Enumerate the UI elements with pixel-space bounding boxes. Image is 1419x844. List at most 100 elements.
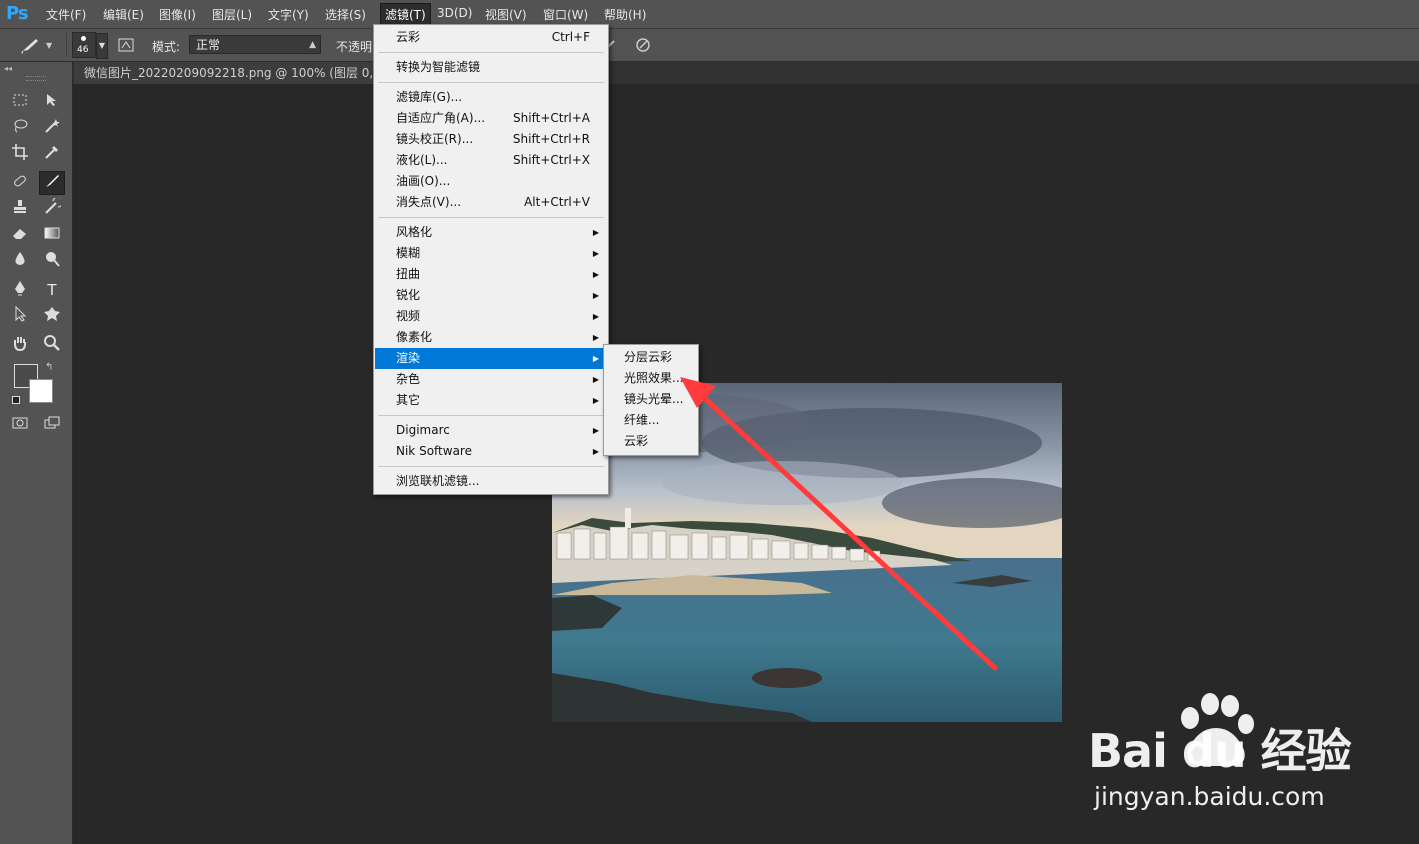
screen-mode-icon[interactable] <box>40 414 64 436</box>
menu-item-label: 自适应广角(A)... <box>396 111 486 125</box>
filter-menu-item[interactable]: 镜头校正(R)... Shift+Ctrl+R <box>375 129 607 150</box>
move-tool-icon[interactable] <box>40 91 64 113</box>
eyedropper-tool-icon[interactable] <box>40 143 64 165</box>
filter-menu-item[interactable]: Digimarc ▶ <box>375 420 607 441</box>
submenu-item-label: 云彩 <box>624 434 649 448</box>
submenu-item-label: 纤维... <box>624 413 660 427</box>
pressure-size-icon[interactable] <box>634 36 652 54</box>
menu-item-shortcut: Ctrl+F <box>551 30 590 44</box>
marquee-tool-icon[interactable] <box>8 91 32 113</box>
render-submenu-item[interactable]: 云彩 <box>605 431 697 452</box>
menu-separator <box>378 52 604 53</box>
opacity-label: 不透明 <box>336 40 373 54</box>
menu-item-shortcut: Shift+Ctrl+R <box>512 132 590 146</box>
filter-menu-item[interactable]: 油画(O)... <box>375 171 607 192</box>
dodge-tool-icon[interactable] <box>40 250 64 272</box>
menu-10[interactable]: 窗口(W) <box>543 6 588 23</box>
eraser-tool-icon[interactable] <box>8 224 32 246</box>
menu-11[interactable]: 帮助(H) <box>604 6 646 23</box>
submenu-arrow-icon: ▶ <box>592 270 599 279</box>
photoshop-logo: Ps <box>6 3 29 24</box>
menu-item-label: 浏览联机滤镜... <box>396 474 480 488</box>
background-color-swatch[interactable] <box>29 379 53 403</box>
type-tool-icon[interactable]: T <box>40 279 64 301</box>
pen-tool-icon[interactable] <box>8 279 32 301</box>
brush-tool-icon[interactable] <box>39 171 65 195</box>
history-brush-tool-icon[interactable] <box>40 196 64 220</box>
submenu-arrow-icon: ▶ <box>592 312 599 321</box>
brush-preset-picker[interactable]: 46 <box>72 32 96 58</box>
gradient-tool-icon[interactable] <box>40 224 64 246</box>
menu-5[interactable]: 文字(Y) <box>268 6 309 23</box>
menu-item-label: 视频 <box>396 309 421 323</box>
render-submenu-item[interactable]: 镜头光晕... <box>605 389 697 410</box>
menu-item-label: 锐化 <box>396 288 421 302</box>
filter-menu-item[interactable]: 模糊 ▶ <box>375 243 607 264</box>
menu-6[interactable]: 选择(S) <box>325 6 366 23</box>
clone-stamp-tool-icon[interactable] <box>8 198 32 220</box>
menu-bar: Ps 文件(F) 编辑(E) 图像(I) 图层(L) 文字(Y) 选择(S) 滤镜(T) 3D… <box>0 0 1419 29</box>
submenu-item-label: 分层云彩 <box>624 350 673 364</box>
render-submenu-item[interactable]: 纤维... <box>605 410 697 431</box>
brush-panel-icon[interactable] <box>117 36 135 54</box>
path-selection-tool-icon[interactable] <box>8 305 32 327</box>
crop-tool-icon[interactable] <box>8 143 32 165</box>
render-submenu-item[interactable]: 分层云彩 <box>605 347 697 368</box>
filter-menu-item[interactable]: 滤镜库(G)... <box>375 87 607 108</box>
brush-preset-dropdown[interactable]: ▼ <box>96 33 108 59</box>
filter-menu-item[interactable]: 消失点(V)... Alt+Ctrl+V <box>375 192 607 213</box>
zoom-tool-icon[interactable] <box>40 334 64 356</box>
menu-item-label: 渲染 <box>396 351 421 365</box>
menu-item-label: 其它 <box>396 393 421 407</box>
menu-item-label: 模糊 <box>396 246 421 260</box>
magic-wand-tool-icon[interactable] <box>40 117 64 139</box>
filter-menu-item[interactable]: Nik Software ▶ <box>375 441 607 462</box>
menu-3[interactable]: 图像(I) <box>159 6 196 23</box>
filter-menu-item[interactable]: 视频 ▶ <box>375 306 607 327</box>
filter-menu-item[interactable]: 转换为智能滤镜 <box>375 57 607 78</box>
filter-menu-item[interactable]: 像素化 ▶ <box>375 327 607 348</box>
hand-tool-icon[interactable] <box>8 334 32 356</box>
filter-menu-item[interactable]: 云彩 Ctrl+F <box>375 27 607 48</box>
brush-tool-icon[interactable] <box>20 36 42 54</box>
swap-colors-icon[interactable]: ↰ <box>45 362 53 373</box>
watermark-brand: Bai du 经验 <box>1088 724 1352 778</box>
chevron-updown-icon: ▲ <box>309 40 316 50</box>
mode-select[interactable]: 正常 ▲ <box>189 35 321 54</box>
filter-menu-item[interactable]: 风格化 ▶ <box>375 222 607 243</box>
menu-9[interactable]: 视图(V) <box>485 6 527 23</box>
filter-menu-item[interactable]: 锐化 ▶ <box>375 285 607 306</box>
collapse-panel-icon[interactable]: ◂◂ <box>4 64 12 73</box>
quick-mask-icon[interactable] <box>8 414 32 436</box>
panel-grip[interactable] <box>26 76 46 81</box>
menu-1[interactable]: 文件(F) <box>46 6 86 23</box>
menu-2[interactable]: 编辑(E) <box>103 6 144 23</box>
filter-menu-item[interactable]: 自适应广角(A)... Shift+Ctrl+A <box>375 108 607 129</box>
chevron-down-icon[interactable]: ▼ <box>46 41 52 50</box>
menu-separator <box>378 217 604 218</box>
document-tab[interactable]: 微信图片_20220209092218.png @ 100% (图层 0, RG… <box>74 62 374 84</box>
filter-menu: 云彩 Ctrl+F 转换为智能滤镜 滤镜库(G)... 自适应广角(A)... Shift… <box>373 24 609 495</box>
filter-menu-item[interactable]: 其它 ▶ <box>375 390 607 411</box>
filter-menu-item[interactable]: 液化(L)... Shift+Ctrl+X <box>375 150 607 171</box>
filter-menu-item[interactable]: 杂色 ▶ <box>375 369 607 390</box>
watermark-url: jingyan.baidu.com <box>1094 782 1325 811</box>
menu-separator <box>378 466 604 467</box>
render-submenu-item[interactable]: 光照效果... <box>605 368 697 389</box>
filter-menu-item[interactable]: 扭曲 ▶ <box>375 264 607 285</box>
filter-menu-item[interactable]: 渲染 ▶ <box>375 348 607 369</box>
submenu-arrow-icon: ▶ <box>592 354 599 363</box>
menu-7[interactable]: 滤镜(T) <box>380 3 431 26</box>
blur-tool-icon[interactable] <box>8 250 32 272</box>
menu-8[interactable]: 3D(D) <box>437 6 472 20</box>
custom-shape-tool-icon[interactable] <box>40 305 64 327</box>
default-colors-icon[interactable] <box>12 396 20 404</box>
filter-menu-item[interactable]: 浏览联机滤镜... <box>375 471 607 492</box>
menu-item-shortcut: Shift+Ctrl+X <box>513 153 590 167</box>
submenu-arrow-icon: ▶ <box>592 333 599 342</box>
menu-4[interactable]: 图层(L) <box>212 6 252 23</box>
options-bar: ▼ 46 ▼ 模式: 正常 ▲ 不透明 <box>0 29 1419 62</box>
healing-brush-tool-icon[interactable] <box>8 172 32 194</box>
menu-item-label: 转换为智能滤镜 <box>396 60 481 74</box>
lasso-tool-icon[interactable] <box>8 117 32 139</box>
